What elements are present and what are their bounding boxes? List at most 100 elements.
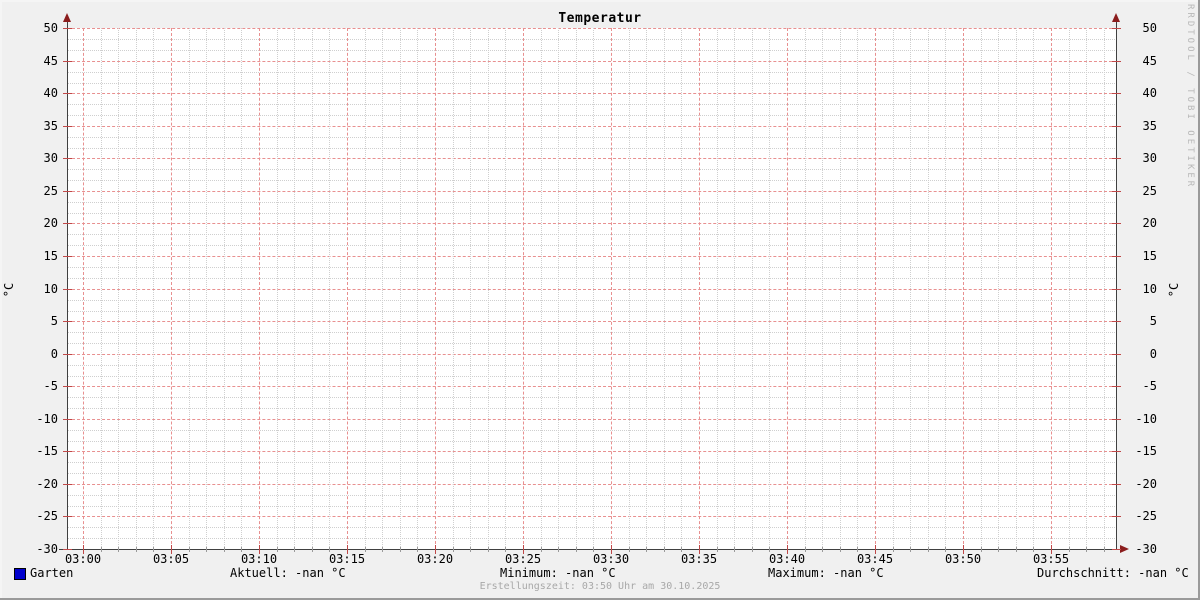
x-axis-tick-minor [629,547,630,552]
y-axis-tick-right [1112,484,1121,485]
gridline-v-minor [1016,28,1017,549]
gridline-v-minor [417,28,418,549]
x-axis-tick-major [875,545,876,554]
y-axis-tick-right [1112,191,1121,192]
x-axis-tick-minor [1016,547,1017,552]
gridline-v-minor [1086,28,1087,549]
rrdtool-watermark: RRDTOOL / TOBI OETIKER [1185,4,1195,189]
y-axis-tick-left [63,223,72,224]
x-axis-tick-major [259,545,260,554]
x-tick-label: 03:50 [941,553,985,565]
gridline-v-minor [101,28,102,549]
gridline-v-minor [998,28,999,549]
gridline-v-minor [1033,28,1034,549]
y-tick-label-right: 20 [1128,217,1157,229]
y-tick-label-right: 30 [1128,152,1157,164]
x-axis-tick-minor [294,547,295,552]
gridline-v-minor [822,28,823,549]
gridline-v-major [171,28,172,549]
y-axis-tick-right [1112,549,1121,550]
y-tick-label-right: 35 [1128,120,1157,132]
x-axis-tick-minor [769,547,770,552]
y-tick-label-right: -5 [1128,380,1157,392]
y-tick-label-right: 45 [1128,55,1157,67]
gridline-v-minor [382,28,383,549]
y-tick-label-left: 25 [0,185,58,197]
y-axis-tick-left [63,93,72,94]
y-axis-tick-right [1112,289,1121,290]
gridline-v-minor [1104,28,1105,549]
gridline-v-minor [910,28,911,549]
gridline-v-minor [558,28,559,549]
x-axis-tick-minor [805,547,806,552]
x-axis-tick-minor [541,547,542,552]
gridline-v-minor [1069,28,1070,549]
gridline-v-minor [224,28,225,549]
x-tick-label: 03:10 [237,553,281,565]
gridline-v-minor [945,28,946,549]
legend-stat-durchschnitt: Durchschnitt: -nan °C [1037,567,1189,580]
y-axis-tick-right [1112,321,1121,322]
gridline-v-major [1051,28,1052,549]
gridline-v-minor [576,28,577,549]
y-axis-tick-right [1112,28,1121,29]
x-axis-tick-minor [593,547,594,552]
y-tick-label-right: 25 [1128,185,1157,197]
x-tick-label: 03:25 [501,553,545,565]
gridline-v-minor [646,28,647,549]
gridline-v-minor [840,28,841,549]
x-tick-label: 03:45 [853,553,897,565]
y-axis-tick-left [63,158,72,159]
y-axis-tick-left [63,191,72,192]
gridline-v-major [523,28,524,549]
gridline-v-minor [241,28,242,549]
gridline-v-minor [681,28,682,549]
y-tick-label-right: 40 [1128,87,1157,99]
x-axis-tick-minor [981,547,982,552]
x-axis-tick-major [1051,545,1052,554]
y-axis-tick-left [63,354,72,355]
y-axis-tick-right [1112,223,1121,224]
y-axis-tick-right [1112,516,1121,517]
gridline-v-major [963,28,964,549]
y-axis-tick-left [63,289,72,290]
gridline-v-minor [752,28,753,549]
x-axis-tick-minor [400,547,401,552]
gridline-v-minor [294,28,295,549]
x-axis-tick-minor [417,547,418,552]
y-axis-left-line [67,20,68,550]
y-tick-label-left: -10 [0,413,58,425]
x-axis-tick-minor [224,547,225,552]
y-tick-label-right: 50 [1128,22,1157,34]
y-axis-tick-right [1112,93,1121,94]
y-tick-label-right: -20 [1128,478,1157,490]
x-axis-tick-major [787,545,788,554]
y-tick-label-left: -30 [0,543,58,555]
x-axis-tick-minor [206,547,207,552]
rrdtool-graph: Temperatur °C °C 50504545404035353030252… [0,0,1200,600]
y-axis-tick-right [1112,126,1121,127]
gridline-v-major [787,28,788,549]
y-tick-label-left: 40 [0,87,58,99]
gridline-v-major [699,28,700,549]
x-axis-tick-minor [857,547,858,552]
gridline-v-minor [734,28,735,549]
y-tick-label-left: -25 [0,510,58,522]
creation-time-note: Erstellungszeit: 03:50 Uhr am 30.10.2025 [0,582,1200,592]
x-axis-tick-minor [558,547,559,552]
x-axis-tick-minor [453,547,454,552]
y-tick-label-right: 5 [1128,315,1157,327]
axis-arrow-up-right-icon [1112,13,1120,22]
x-axis-tick-minor [822,547,823,552]
x-axis-tick-minor [241,547,242,552]
y-tick-label-right: 10 [1128,283,1157,295]
y-tick-label-left: 50 [0,22,58,34]
gridline-v-minor [857,28,858,549]
y-tick-label-left: -5 [0,380,58,392]
gridline-v-major [347,28,348,549]
gridline-v-major [435,28,436,549]
x-axis-tick-minor [681,547,682,552]
y-axis-tick-left [63,126,72,127]
gridline-v-minor [277,28,278,549]
legend-color-swatch [14,568,26,580]
